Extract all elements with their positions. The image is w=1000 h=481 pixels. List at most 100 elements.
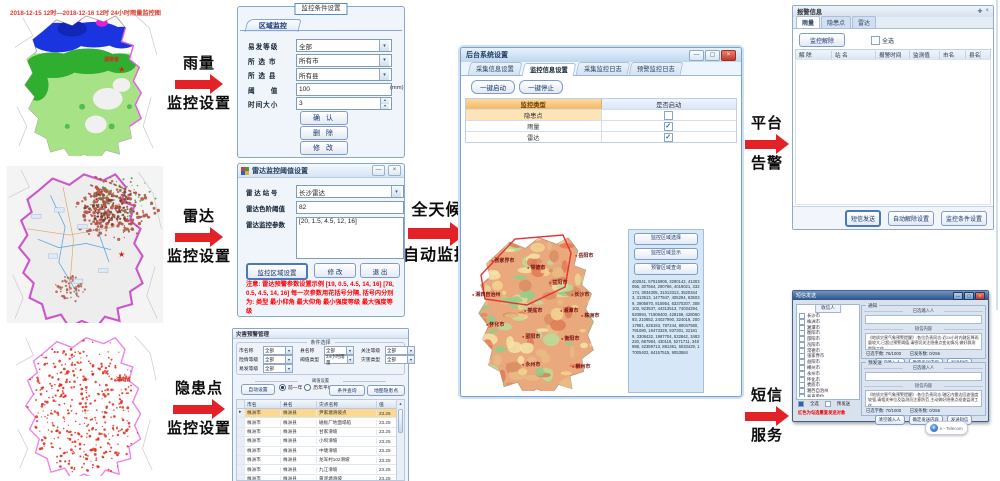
maximize-icon[interactable]: ▢ [964,292,974,300]
table-row[interactable]: 株洲市 株洲县 中塘滑坡 23.25 [237,447,404,456]
chevron-down-icon[interactable]: ▾ [285,365,292,372]
city-select[interactable]: 所有市▾ [296,54,392,67]
tab-monitor-settings[interactable]: 监控信息设置 [521,63,576,76]
modify-button[interactable]: 修 改 [300,141,348,155]
minimize-icon[interactable]: — [689,50,704,61]
message-textarea[interactable]: 《地质灾害气象预警提醒》:各位负责同志:辖区内雷达回波强度较强,请相关单位及监测… [865,390,982,407]
filter-select[interactable]: 全部▾ [385,355,415,364]
recipient-item[interactable]: 省直单位 [799,394,857,397]
dialog-titlebar[interactable]: 灾害预警管理 [233,329,408,339]
confirm-button[interactable]: 确 认 [300,111,348,125]
table-row[interactable]: 隐患点 [466,109,736,120]
radar-station-select[interactable]: 长沙雷达▾ [296,185,404,198]
checkbox-icon[interactable] [799,394,805,397]
one-key-start-button[interactable]: 一键启动 [471,80,515,94]
delete-button[interactable]: 删 除 [300,126,348,140]
recipient-tab[interactable]: 收信人 [815,304,841,313]
table-row[interactable]: 株洲市 株洲县 磁板厂地面塌陷 23.25 [237,418,404,427]
modify-button[interactable]: 修 改 [314,263,356,278]
chevron-down-icon[interactable]: ▾ [407,347,414,354]
close-icon[interactable]: × [975,292,985,300]
auto-set-button[interactable]: 自动设置 [241,384,275,395]
message-textarea[interactable]: 《地质灾害气象预警提醒》:各位负责同志:近24小时内辖区降雨量较大,已超过预警阈… [865,333,982,350]
alarm-column-header[interactable]: 站 名 [832,51,876,59]
col-name[interactable]: 灾点名称 [317,401,377,408]
release-monitor-button[interactable]: 监控解除 [799,33,845,47]
chevron-down-icon[interactable]: ▾ [379,40,389,51]
tab-warning-log[interactable]: 预警监控日志 [629,62,684,75]
recipients-box[interactable] [865,372,982,381]
time-size-stepper[interactable]: 3 ▴▾ [296,97,392,110]
minimize-icon[interactable]: — [953,292,963,300]
checkbox-icon[interactable] [664,122,673,131]
close-icon[interactable]: × [721,50,736,61]
county-select[interactable]: 所有县▾ [296,68,392,81]
susceptibility-select[interactable]: 全部▾ [296,39,392,52]
checkbox-icon[interactable] [664,111,673,120]
threshold-input[interactable]: 100 [296,83,392,96]
filter-select[interactable]: 全部▾ [385,346,415,355]
cell-start-checkbox[interactable] [602,121,737,131]
radar-params-textarea[interactable]: [20, 1.5, 4.5, 12, 16] [296,217,404,259]
chevron-down-icon[interactable]: ▾ [346,347,353,354]
auto-release-settings-button[interactable]: 自动解除设置 [888,211,934,226]
chevron-down-icon[interactable]: ▾ [407,356,414,363]
table-row[interactable]: 雨量 [466,120,736,131]
minimize-icon[interactable]: — [372,165,385,176]
sms-action-button[interactable]: 清空输入人 [875,415,905,425]
cell-start-checkbox[interactable] [602,110,737,120]
chevron-down-icon[interactable]: ▾ [379,69,389,80]
select-all-checkbox[interactable] [871,36,880,45]
chevron-down-icon[interactable]: ▾ [285,347,292,354]
col-city[interactable]: 市名 [245,401,281,408]
close-icon[interactable]: × [388,165,401,176]
query-button[interactable]: 条件查询 [329,385,365,396]
radio-icon[interactable] [279,384,286,391]
maximize-icon[interactable]: ▢ [705,50,720,61]
table-row[interactable]: 株洲市 株洲县 尹家塘滑坡点 23.25 [237,409,404,418]
alarm-column-header[interactable]: 报警时间 [876,51,910,59]
checkbox-icon[interactable] [664,133,673,142]
tab-collect-settings[interactable]: 采集信息设置 [468,62,523,75]
hunan-monitor-map[interactable]: 张家界市常德市岳阳市益阳市湘西自治州长沙市湘潭市株洲市娄底市怀化市邵阳市衡阳市永… [467,229,613,391]
map-hazard-button[interactable]: 地图隐患点 [367,385,405,396]
table-row[interactable]: 株洲市 株洲县 黄泥塘滑坡 23.25 [237,475,404,481]
chevron-down-icon[interactable]: ▾ [347,356,353,363]
alarm-column-header[interactable]: 解 除 [796,51,832,59]
spinner-buttons[interactable]: ▴▾ [380,98,389,109]
chevron-down-icon[interactable]: ▾ [285,356,292,363]
tab-radar[interactable]: 雷达 [852,16,876,28]
vertical-scrollbar[interactable]: ▲ [396,400,404,480]
select-all-checkbox[interactable] [798,401,804,407]
tray-popup[interactable]: e e - Telecom [925,421,968,435]
tab-rain[interactable]: 雨量 [796,16,820,28]
chevron-down-icon[interactable]: ▾ [379,55,389,66]
one-key-stop-button[interactable]: 一键停止 [519,80,563,94]
sms-titlebar[interactable]: 短信发送 — ▢ × [793,291,988,300]
window-titlebar[interactable]: 后台系统设置 — ▢ × [461,48,741,62]
alarm-column-header[interactable]: 监测值 [910,51,940,59]
panel-button[interactable]: 监控区域显示 [634,248,698,260]
alarm-column-header[interactable]: 市名 [940,51,966,59]
filter-select[interactable]: 全部▾ [263,355,293,364]
alarm-column-header[interactable]: 县名 [966,51,981,59]
filter-select[interactable]: 全部▾ [263,364,293,373]
filter-select[interactable]: 全部▾ [263,346,293,355]
table-row[interactable]: 株洲市 株洲县 甘家滑坡 23.25 [237,428,404,437]
presend-checkbox[interactable] [825,401,831,407]
pin-icon[interactable]: ✚ [977,8,982,15]
tab-collect-log[interactable]: 采集监控日志 [575,62,630,75]
close-icon[interactable]: × [985,8,989,15]
chevron-down-icon[interactable]: ▾ [391,186,401,197]
monitor-condition-settings-button[interactable]: 监控条件设置 [941,211,987,226]
radio-prev-year[interactable]: 前一年历年平均 [279,384,333,391]
table-row[interactable]: 株洲市 株洲县 小坝滑坡 23.25 [237,437,404,446]
recipients-box[interactable] [865,315,982,324]
exit-button[interactable]: 退 出 [360,263,400,278]
cell-start-checkbox[interactable] [602,132,737,142]
monitor-area-settings-button[interactable]: 监控区域设置 [246,263,308,280]
col-county[interactable]: 县名 [281,401,317,408]
filter-select[interactable]: 24小时雨量▾ [324,355,354,364]
table-row[interactable]: 雷达 [466,131,736,142]
color-threshold-input[interactable]: 82 [296,201,404,214]
